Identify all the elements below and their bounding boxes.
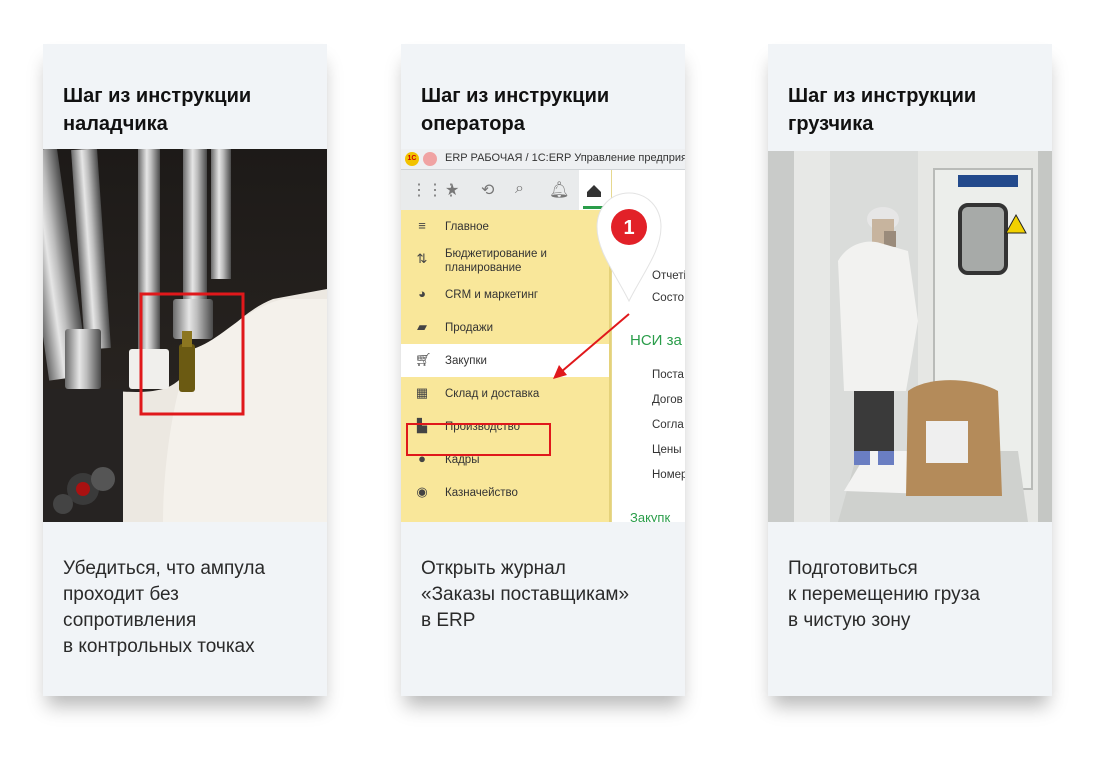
erp-window: 1С ERP РАБОЧАЯ / 1С:ERP Управление предп… <box>401 149 685 522</box>
clean-room-illustration <box>768 151 1052 522</box>
card-title: Шаг из инструкции наладчика <box>63 85 252 135</box>
card-title: Шаг из инструкции оператора <box>421 85 610 135</box>
instruction-card-adjuster: Шаг из инструкции наладчика Убедиться, ч… <box>43 44 327 696</box>
card-description: Открыть журнал «Заказы поставщикам» в ER… <box>421 558 630 631</box>
ampoule-machine-photo <box>43 149 327 522</box>
card-title: Шаг из инструкции грузчика <box>788 85 977 135</box>
step-marker-pin: 1 <box>596 192 662 303</box>
step-number: 1 <box>623 217 634 239</box>
card-description: Убедиться, что ампула проходит без сопро… <box>63 558 266 657</box>
instruction-card-loader: Шаг из инструкции грузчика Подготовиться… <box>768 44 1052 696</box>
clean-room-photo <box>768 151 1052 522</box>
instruction-card-operator: Шаг из инструкции оператора 1С ERP РАБОЧ… <box>401 44 685 696</box>
erp-screenshot: 1С ERP РАБОЧАЯ / 1С:ERP Управление предп… <box>401 149 685 522</box>
ampoule-machine-illustration <box>43 149 327 522</box>
card-description: Подготовиться к перемещению груза в чист… <box>788 558 980 631</box>
